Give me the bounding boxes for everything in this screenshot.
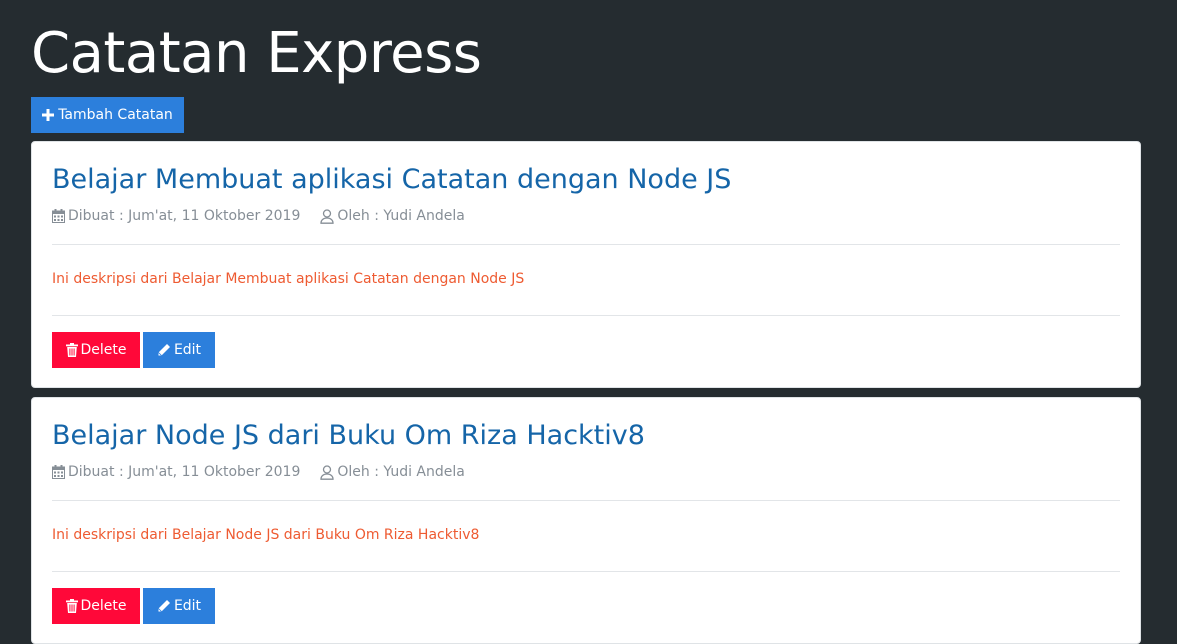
edit-label: Edit (173, 598, 202, 614)
divider (52, 500, 1120, 501)
user-icon (320, 208, 335, 224)
note-author-label: Oleh : Yudi Andela (337, 464, 465, 480)
note-card: Belajar Node JS dari Buku Om Riza Hackti… (31, 397, 1141, 644)
delete-label: Delete (80, 342, 127, 358)
pencil-icon (157, 343, 171, 357)
plus-icon (42, 109, 55, 121)
note-title: Belajar Membuat aplikasi Catatan dengan … (52, 164, 732, 195)
divider (52, 315, 1120, 316)
edit-label: Edit (173, 342, 202, 358)
note-description: Ini deskripsi dari Belajar Node JS dari … (52, 527, 480, 543)
note-description: Ini deskripsi dari Belajar Membuat aplik… (52, 271, 525, 287)
note-created-label: Dibuat : Jum'at, 11 Oktober 2019 (68, 464, 301, 480)
note-created-date: Dibuat : Jum'at, 11 Oktober 2019 (52, 206, 300, 226)
divider (52, 571, 1120, 572)
calendar-icon (52, 465, 65, 479)
delete-button[interactable]: Delete (52, 588, 140, 624)
page-title: Catatan Express (31, 21, 482, 86)
note-created-label: Dibuat : Jum'at, 11 Oktober 2019 (68, 208, 301, 224)
note-meta: Dibuat : Jum'at, 11 Oktober 2019 Oleh : … (52, 462, 465, 482)
pencil-icon (157, 599, 171, 613)
delete-label: Delete (80, 598, 127, 614)
edit-button[interactable]: Edit (143, 588, 215, 624)
note-card: Belajar Membuat aplikasi Catatan dengan … (31, 141, 1141, 388)
note-author: Oleh : Yudi Andela (320, 206, 465, 226)
delete-button[interactable]: Delete (52, 332, 140, 368)
note-title: Belajar Node JS dari Buku Om Riza Hackti… (52, 420, 645, 451)
trash-icon (65, 599, 78, 613)
note-author-label: Oleh : Yudi Andela (337, 208, 465, 224)
calendar-icon (52, 209, 65, 223)
add-note-label: Tambah Catatan (58, 107, 173, 123)
note-actions: Delete Edit (52, 332, 215, 368)
note-author: Oleh : Yudi Andela (320, 462, 465, 482)
add-note-button[interactable]: Tambah Catatan (31, 97, 184, 133)
user-icon (320, 464, 335, 480)
edit-button[interactable]: Edit (143, 332, 215, 368)
divider (52, 244, 1120, 245)
note-meta: Dibuat : Jum'at, 11 Oktober 2019 Oleh : … (52, 206, 465, 226)
note-created-date: Dibuat : Jum'at, 11 Oktober 2019 (52, 462, 300, 482)
note-actions: Delete Edit (52, 588, 215, 624)
trash-icon (65, 343, 78, 357)
